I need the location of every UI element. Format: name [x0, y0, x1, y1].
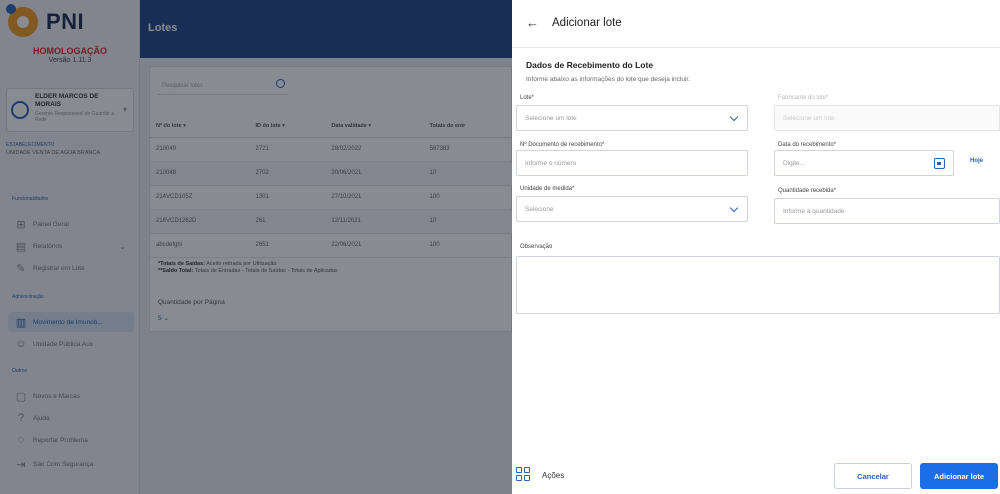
- drawer-header: ← Adicionar lote: [512, 0, 1000, 48]
- fabricante-field: Selecione um lote: [774, 105, 1000, 131]
- cancel-button[interactable]: Cancelar: [834, 463, 912, 489]
- documento-label: Nº Documento de recebimento*: [520, 142, 605, 148]
- fabricante-label: Fabricante do lote*: [778, 95, 829, 101]
- drawer-footer: Ações Cancelar Adicionar lote: [512, 445, 1000, 494]
- back-arrow-icon[interactable]: ←: [526, 15, 539, 30]
- quantidade-input[interactable]: Informe a quantidade: [774, 198, 1000, 224]
- chevron-down-icon: [729, 203, 739, 213]
- add-lote-drawer: ← Adicionar lote Dados de Recebimento do…: [512, 0, 1000, 494]
- documento-input[interactable]: Informe o número: [516, 150, 748, 176]
- data-label: Data do recebimento*: [778, 142, 837, 148]
- quantidade-label: Quantidade recebida*: [778, 188, 837, 194]
- drawer-title: Adicionar lote: [552, 17, 622, 29]
- lote-select[interactable]: Selecione um lote: [516, 105, 748, 131]
- observacao-textarea[interactable]: [516, 256, 1000, 314]
- unidade-select[interactable]: Selecione: [516, 196, 748, 222]
- grid-icon[interactable]: [516, 467, 530, 481]
- calendar-icon[interactable]: [934, 158, 945, 169]
- section-title: Dados de Recebimento do Lote: [526, 60, 654, 70]
- lote-label: Lote*: [520, 95, 535, 101]
- chevron-down-icon: [729, 112, 739, 122]
- today-button[interactable]: Hoje: [970, 158, 983, 164]
- section-subtitle: Informe abaixo as informações do lote qu…: [526, 76, 691, 83]
- unidade-label: Unidade de medida*: [520, 186, 575, 192]
- actions-label[interactable]: Ações: [542, 471, 564, 480]
- observacao-label: Observação: [520, 244, 553, 250]
- data-input[interactable]: Digite...: [774, 150, 954, 176]
- add-lote-button[interactable]: Adicionar lote: [920, 463, 998, 489]
